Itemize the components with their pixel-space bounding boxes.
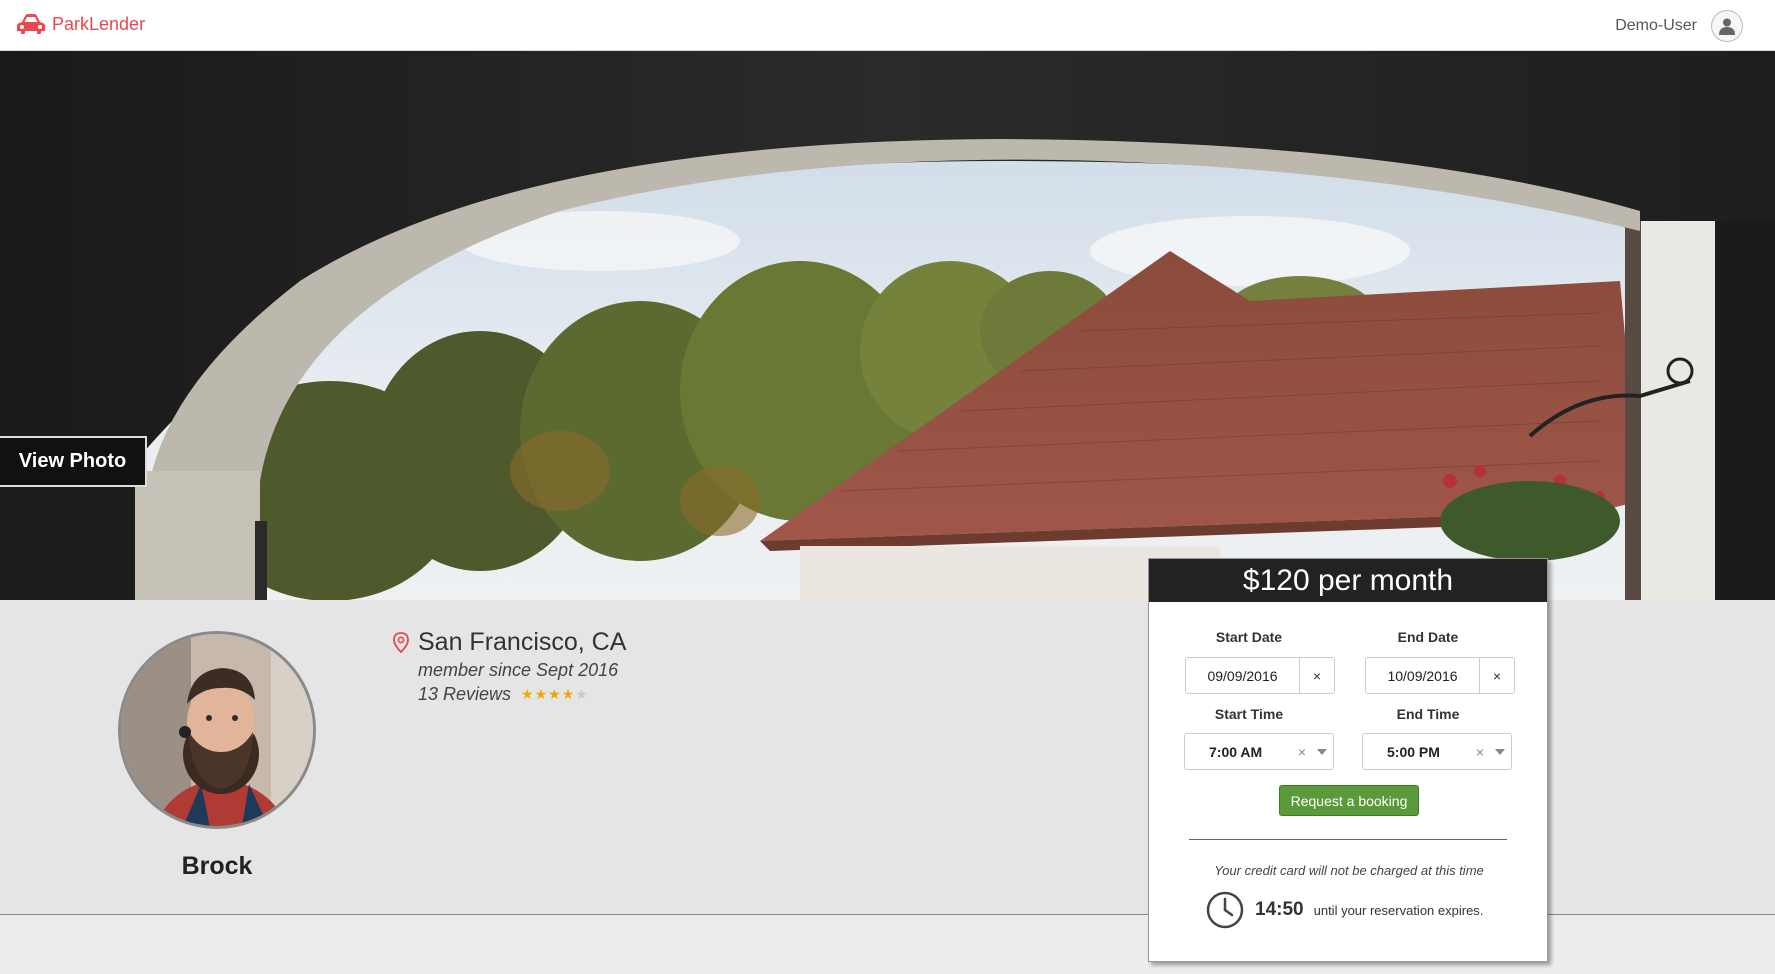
- end-date-label: End Date: [1397, 629, 1459, 645]
- host-avatar-portrait: [121, 634, 313, 826]
- reservation-timer: 14:50 until your reservation expires.: [1205, 890, 1483, 930]
- start-time-label: Start Time: [1214, 706, 1284, 722]
- timer-text: until your reservation expires.: [1313, 902, 1484, 918]
- star-icon: ★: [534, 686, 549, 702]
- star-empty-icon: ★: [575, 686, 589, 702]
- user-name: Demo-User: [1615, 17, 1697, 34]
- member-since: member since Sept 2016: [418, 660, 619, 680]
- map-pin-icon: [393, 631, 409, 653]
- host-avatar: [118, 631, 316, 829]
- top-navbar: ParkLender Demo-User: [0, 0, 1775, 51]
- start-date-clear-button[interactable]: ×: [1300, 658, 1334, 693]
- reviews-count: 13 Reviews: [418, 684, 512, 704]
- star-icon: ★: [561, 686, 576, 702]
- timer-value: 14:50: [1255, 899, 1304, 920]
- price-header: $120 per month: [1149, 559, 1547, 602]
- brand-name: ParkLender: [52, 13, 146, 34]
- reviews[interactable]: 13 Reviews ★★★★★: [418, 684, 589, 705]
- brand-logo-link[interactable]: ParkLender: [16, 12, 145, 36]
- user-menu[interactable]: Demo-User: [1615, 10, 1743, 42]
- listing-hero-photo: View Photo: [0, 51, 1775, 600]
- location-text: San Francisco, CA: [418, 628, 627, 656]
- end-time-clear-button[interactable]: ×: [1471, 744, 1489, 760]
- start-date-value[interactable]: 09/09/2016: [1186, 658, 1300, 693]
- star-icon: ★: [548, 686, 562, 702]
- car-icon: [17, 14, 45, 34]
- star-icon: ★: [521, 686, 535, 702]
- end-date-value[interactable]: 10/09/2016: [1366, 658, 1480, 693]
- user-avatar-icon[interactable]: [1711, 10, 1743, 42]
- start-time-select[interactable]: 7:00 AM ×: [1184, 733, 1334, 770]
- end-date-input[interactable]: 10/09/2016 ×: [1365, 657, 1515, 694]
- start-time-clear-button[interactable]: ×: [1293, 744, 1311, 760]
- booking-card: $120 per month Start Date End Date 09/09…: [1148, 558, 1548, 962]
- hero-illustration: [0, 51, 1775, 600]
- clock-icon: [1206, 891, 1244, 929]
- chevron-down-icon[interactable]: [1311, 748, 1333, 755]
- rating-stars: ★★★★★: [521, 686, 589, 703]
- end-time-label: End Time: [1396, 706, 1460, 722]
- chevron-down-icon[interactable]: [1489, 748, 1511, 755]
- charge-note: Your credit card will not be charged at …: [1214, 863, 1484, 878]
- view-photo-button[interactable]: View Photo: [0, 436, 147, 487]
- end-time-select[interactable]: 5:00 PM ×: [1362, 733, 1512, 770]
- start-time-value: 7:00 AM: [1209, 743, 1263, 760]
- start-date-input[interactable]: 09/09/2016 ×: [1185, 657, 1335, 694]
- request-booking-button[interactable]: Request a booking: [1279, 785, 1419, 816]
- host-name: Brock: [181, 852, 253, 880]
- end-time-value: 5:00 PM: [1387, 743, 1440, 760]
- start-date-label: Start Date: [1215, 629, 1283, 645]
- divider: [1189, 839, 1507, 840]
- host-location: San Francisco, CA: [392, 628, 626, 657]
- end-date-clear-button[interactable]: ×: [1480, 658, 1514, 693]
